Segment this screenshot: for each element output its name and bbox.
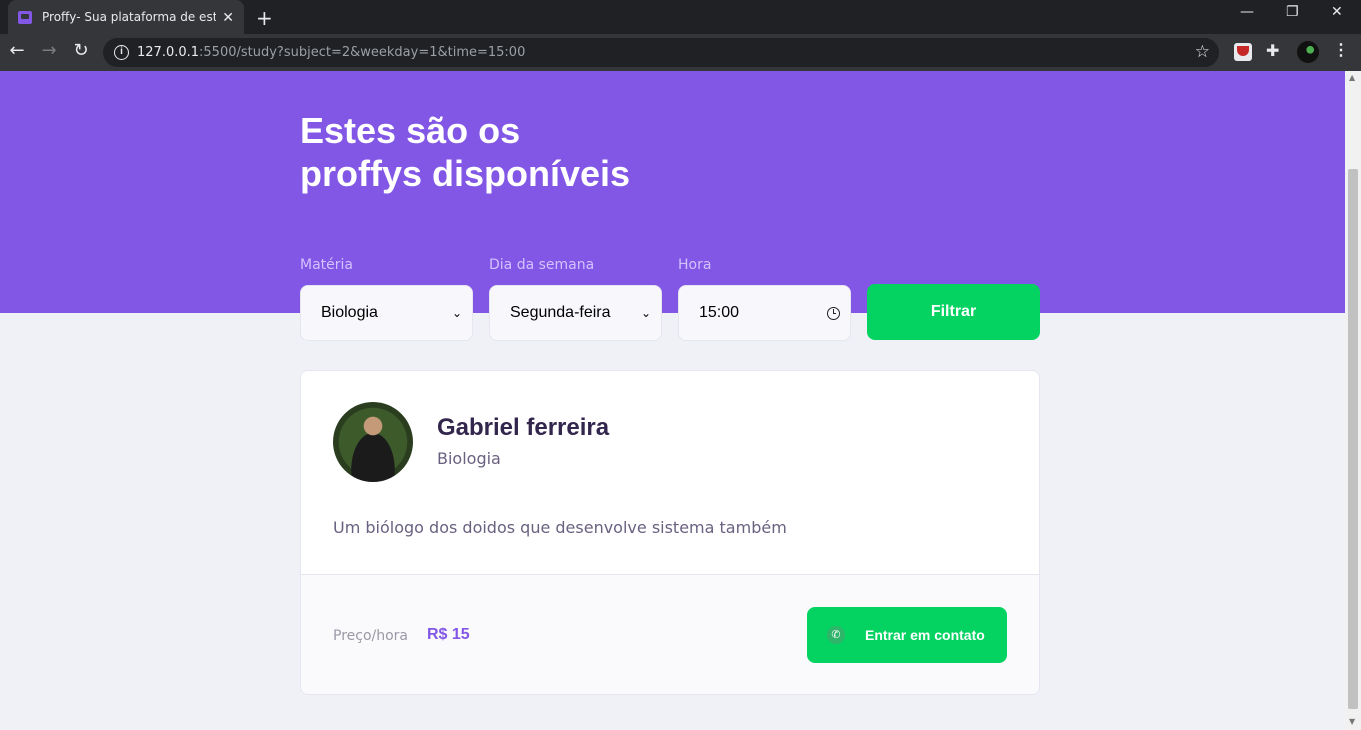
browser-menu-icon[interactable]: ⋮ — [1333, 40, 1351, 59]
url-text[interactable]: 127.0.0.1:5500/study?subject=2&weekday=1… — [137, 45, 525, 60]
contact-button-label: Entrar em contato — [865, 627, 985, 643]
filter-button[interactable]: Filtrar — [867, 284, 1040, 340]
tab-title: Proffy- Sua plataforma de estudos — [42, 10, 217, 24]
profile-avatar-icon[interactable] — [1297, 41, 1319, 63]
address-bar[interactable]: i 127.0.0.1:5500/study?subject=2&weekday… — [103, 38, 1219, 67]
chevron-down-icon: ⌄ — [640, 306, 651, 320]
teacher-subject: Biologia — [437, 449, 501, 468]
restore-button[interactable]: ❐ — [1286, 4, 1299, 20]
new-tab-button[interactable]: + — [256, 6, 273, 30]
contact-button[interactable]: ✆ Entrar em contato — [807, 607, 1007, 663]
forward-arrow-icon[interactable]: → — [38, 40, 60, 61]
scroll-down-icon[interactable]: ▼ — [1349, 717, 1355, 726]
extensions-puzzle-icon[interactable]: ✚ — [1266, 41, 1284, 60]
scroll-up-icon[interactable]: ▲ — [1349, 73, 1355, 82]
page-viewport: Estes são os proffys disponíveis Matéria… — [0, 71, 1345, 730]
whatsapp-icon: ✆ — [827, 626, 845, 644]
time-label: Hora — [678, 257, 712, 273]
teacher-bio: Um biólogo dos doidos que desenvolve sis… — [333, 518, 787, 537]
minimize-button[interactable]: — — [1240, 4, 1254, 20]
scroll-thumb[interactable] — [1348, 169, 1358, 709]
subject-select[interactable]: Biologia ⌄ — [300, 285, 473, 341]
weekday-label: Dia da semana — [489, 257, 595, 273]
browser-tabbar: Proffy- Sua plataforma de estudos ✕ + — … — [0, 0, 1361, 34]
card-footer: Preço/hora R$ 15 ✆ Entrar em contato — [301, 574, 1039, 694]
browser-toolbar: ← → ↻ i 127.0.0.1:5500/study?subject=2&w… — [0, 34, 1361, 71]
weekday-select[interactable]: Segunda-feira ⌄ — [489, 285, 662, 341]
browser-tab[interactable]: Proffy- Sua plataforma de estudos ✕ — [8, 0, 244, 34]
page-scrollbar[interactable]: ▲ ▼ — [1345, 71, 1361, 730]
clock-icon[interactable] — [827, 306, 840, 320]
site-info-icon[interactable]: i — [114, 45, 129, 60]
tab-close-icon[interactable]: ✕ — [222, 9, 234, 26]
chevron-down-icon: ⌄ — [451, 306, 462, 320]
close-window-button[interactable]: ✕ — [1331, 4, 1343, 20]
pocket-extension-icon[interactable] — [1234, 43, 1252, 61]
page-title: Estes são os proffys disponíveis — [300, 110, 631, 194]
time-input[interactable]: 15:00 — [678, 285, 851, 341]
reload-icon[interactable]: ↻ — [70, 40, 92, 61]
price-label: Preço/hora — [333, 628, 409, 644]
proffy-favicon-icon — [18, 10, 32, 24]
back-arrow-icon[interactable]: ← — [6, 40, 28, 61]
price-value: R$ 15 — [427, 626, 470, 643]
subject-label: Matéria — [300, 257, 353, 273]
avatar — [333, 402, 413, 482]
bookmark-star-icon[interactable]: ☆ — [1195, 42, 1210, 62]
teacher-card: Gabriel ferreira Biologia Um biólogo dos… — [300, 370, 1040, 695]
teacher-name: Gabriel ferreira — [437, 414, 610, 441]
